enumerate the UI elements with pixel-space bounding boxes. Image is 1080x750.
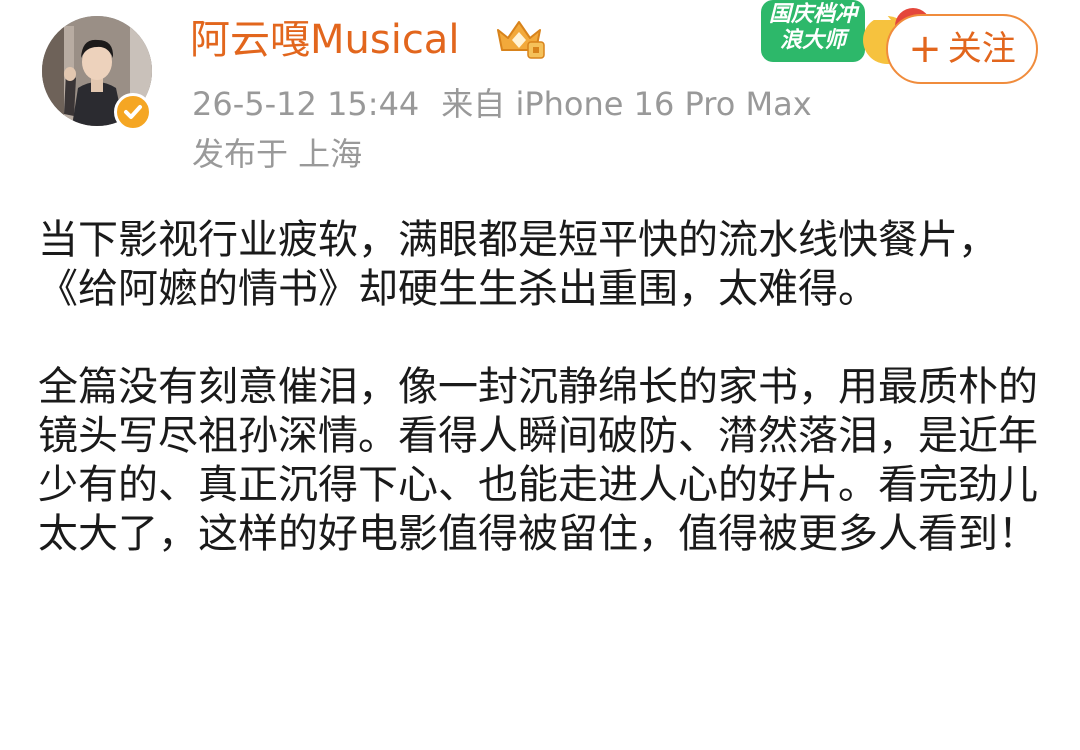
post-content: 当下影视行业疲软，满眼都是短平快的流水线快餐片，《给阿嬷的情书》却硬生生杀出重围… (38, 216, 1048, 559)
follow-label: 关注 (947, 29, 1016, 69)
post-timestamp: 26-5-12 15:44 (192, 85, 420, 123)
post-location: 发布于 上海 (192, 135, 363, 173)
follow-button[interactable]: + 关注 (886, 14, 1038, 84)
diamond-crown-icon (490, 16, 548, 62)
author-name[interactable]: 阿云嘎Musical (190, 16, 459, 64)
post-paragraph: 全篇没有刻意催泪，像一封沉静绵长的家书，用最质朴的镜头写尽祖孙深情。看得人瞬间破… (38, 364, 1038, 557)
promo-text: 国庆档冲浪大师 (768, 2, 857, 53)
post-meta: 26-5-12 15:44 来自 iPhone 16 Pro Max (192, 84, 812, 124)
verified-badge-icon (114, 93, 152, 131)
plus-icon: + (908, 26, 942, 72)
post-source[interactable]: 来自 iPhone 16 Pro Max (441, 85, 811, 123)
post-paragraph: 当下影视行业疲软，满眼都是短平快的流水线快餐片，《给阿嬷的情书》却硬生生杀出重围… (38, 217, 998, 312)
